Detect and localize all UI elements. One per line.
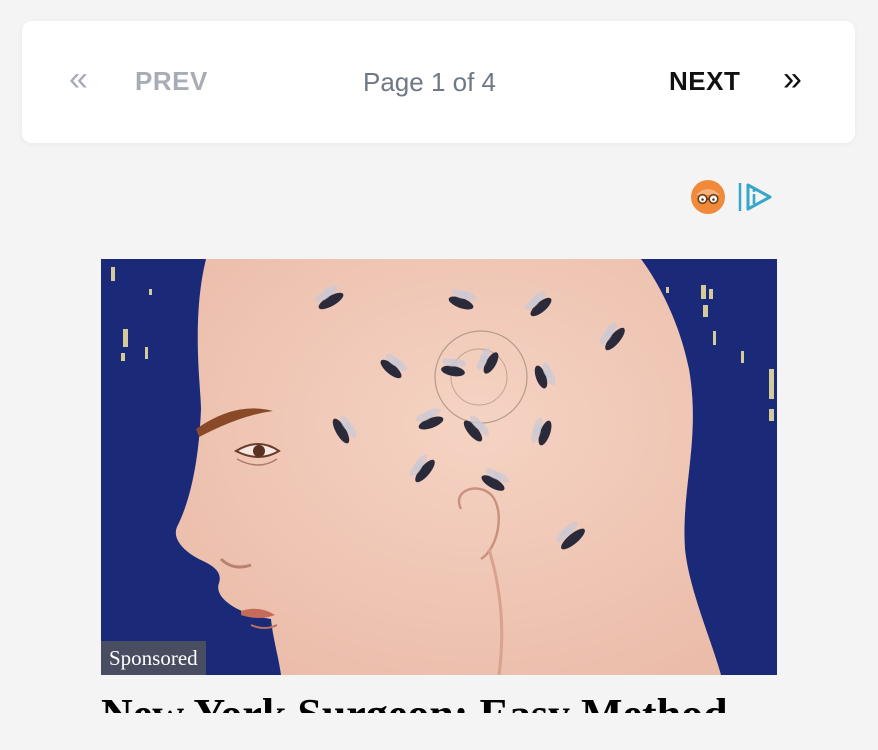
pagination-bar: « PREV Page 1 of 4 NEXT » xyxy=(22,21,855,143)
bald-man-with-bees-illustration xyxy=(101,259,777,675)
sponsored-label: Sponsored xyxy=(101,641,206,675)
next-button[interactable]: NEXT xyxy=(669,65,740,97)
next-arrow-icon[interactable]: » xyxy=(783,59,802,99)
ad-badge xyxy=(690,177,776,217)
ad-headline-container: New York Surgeon: Easy Method xyxy=(101,690,801,713)
adchoices-icon[interactable] xyxy=(736,179,774,215)
ad-image[interactable] xyxy=(101,259,777,675)
outbrain-glasses-icon[interactable] xyxy=(690,179,726,215)
ad-headline[interactable]: New York Surgeon: Easy Method xyxy=(101,690,728,713)
